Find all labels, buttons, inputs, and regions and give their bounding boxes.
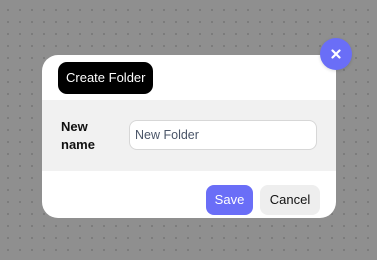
save-button[interactable]: Save xyxy=(206,185,253,215)
dialog-footer: Save Cancel xyxy=(42,171,336,218)
create-folder-dialog: Create Folder New name Save Cancel xyxy=(42,55,336,218)
dialog-header: Create Folder xyxy=(42,55,336,100)
new-name-label: New name xyxy=(61,119,95,152)
close-icon xyxy=(331,49,341,59)
dialog-title: Create Folder xyxy=(58,62,154,94)
folder-name-input[interactable] xyxy=(129,120,317,150)
dialog-body: New name xyxy=(42,100,336,171)
cancel-button[interactable]: Cancel xyxy=(260,185,320,215)
close-button[interactable] xyxy=(320,38,352,70)
